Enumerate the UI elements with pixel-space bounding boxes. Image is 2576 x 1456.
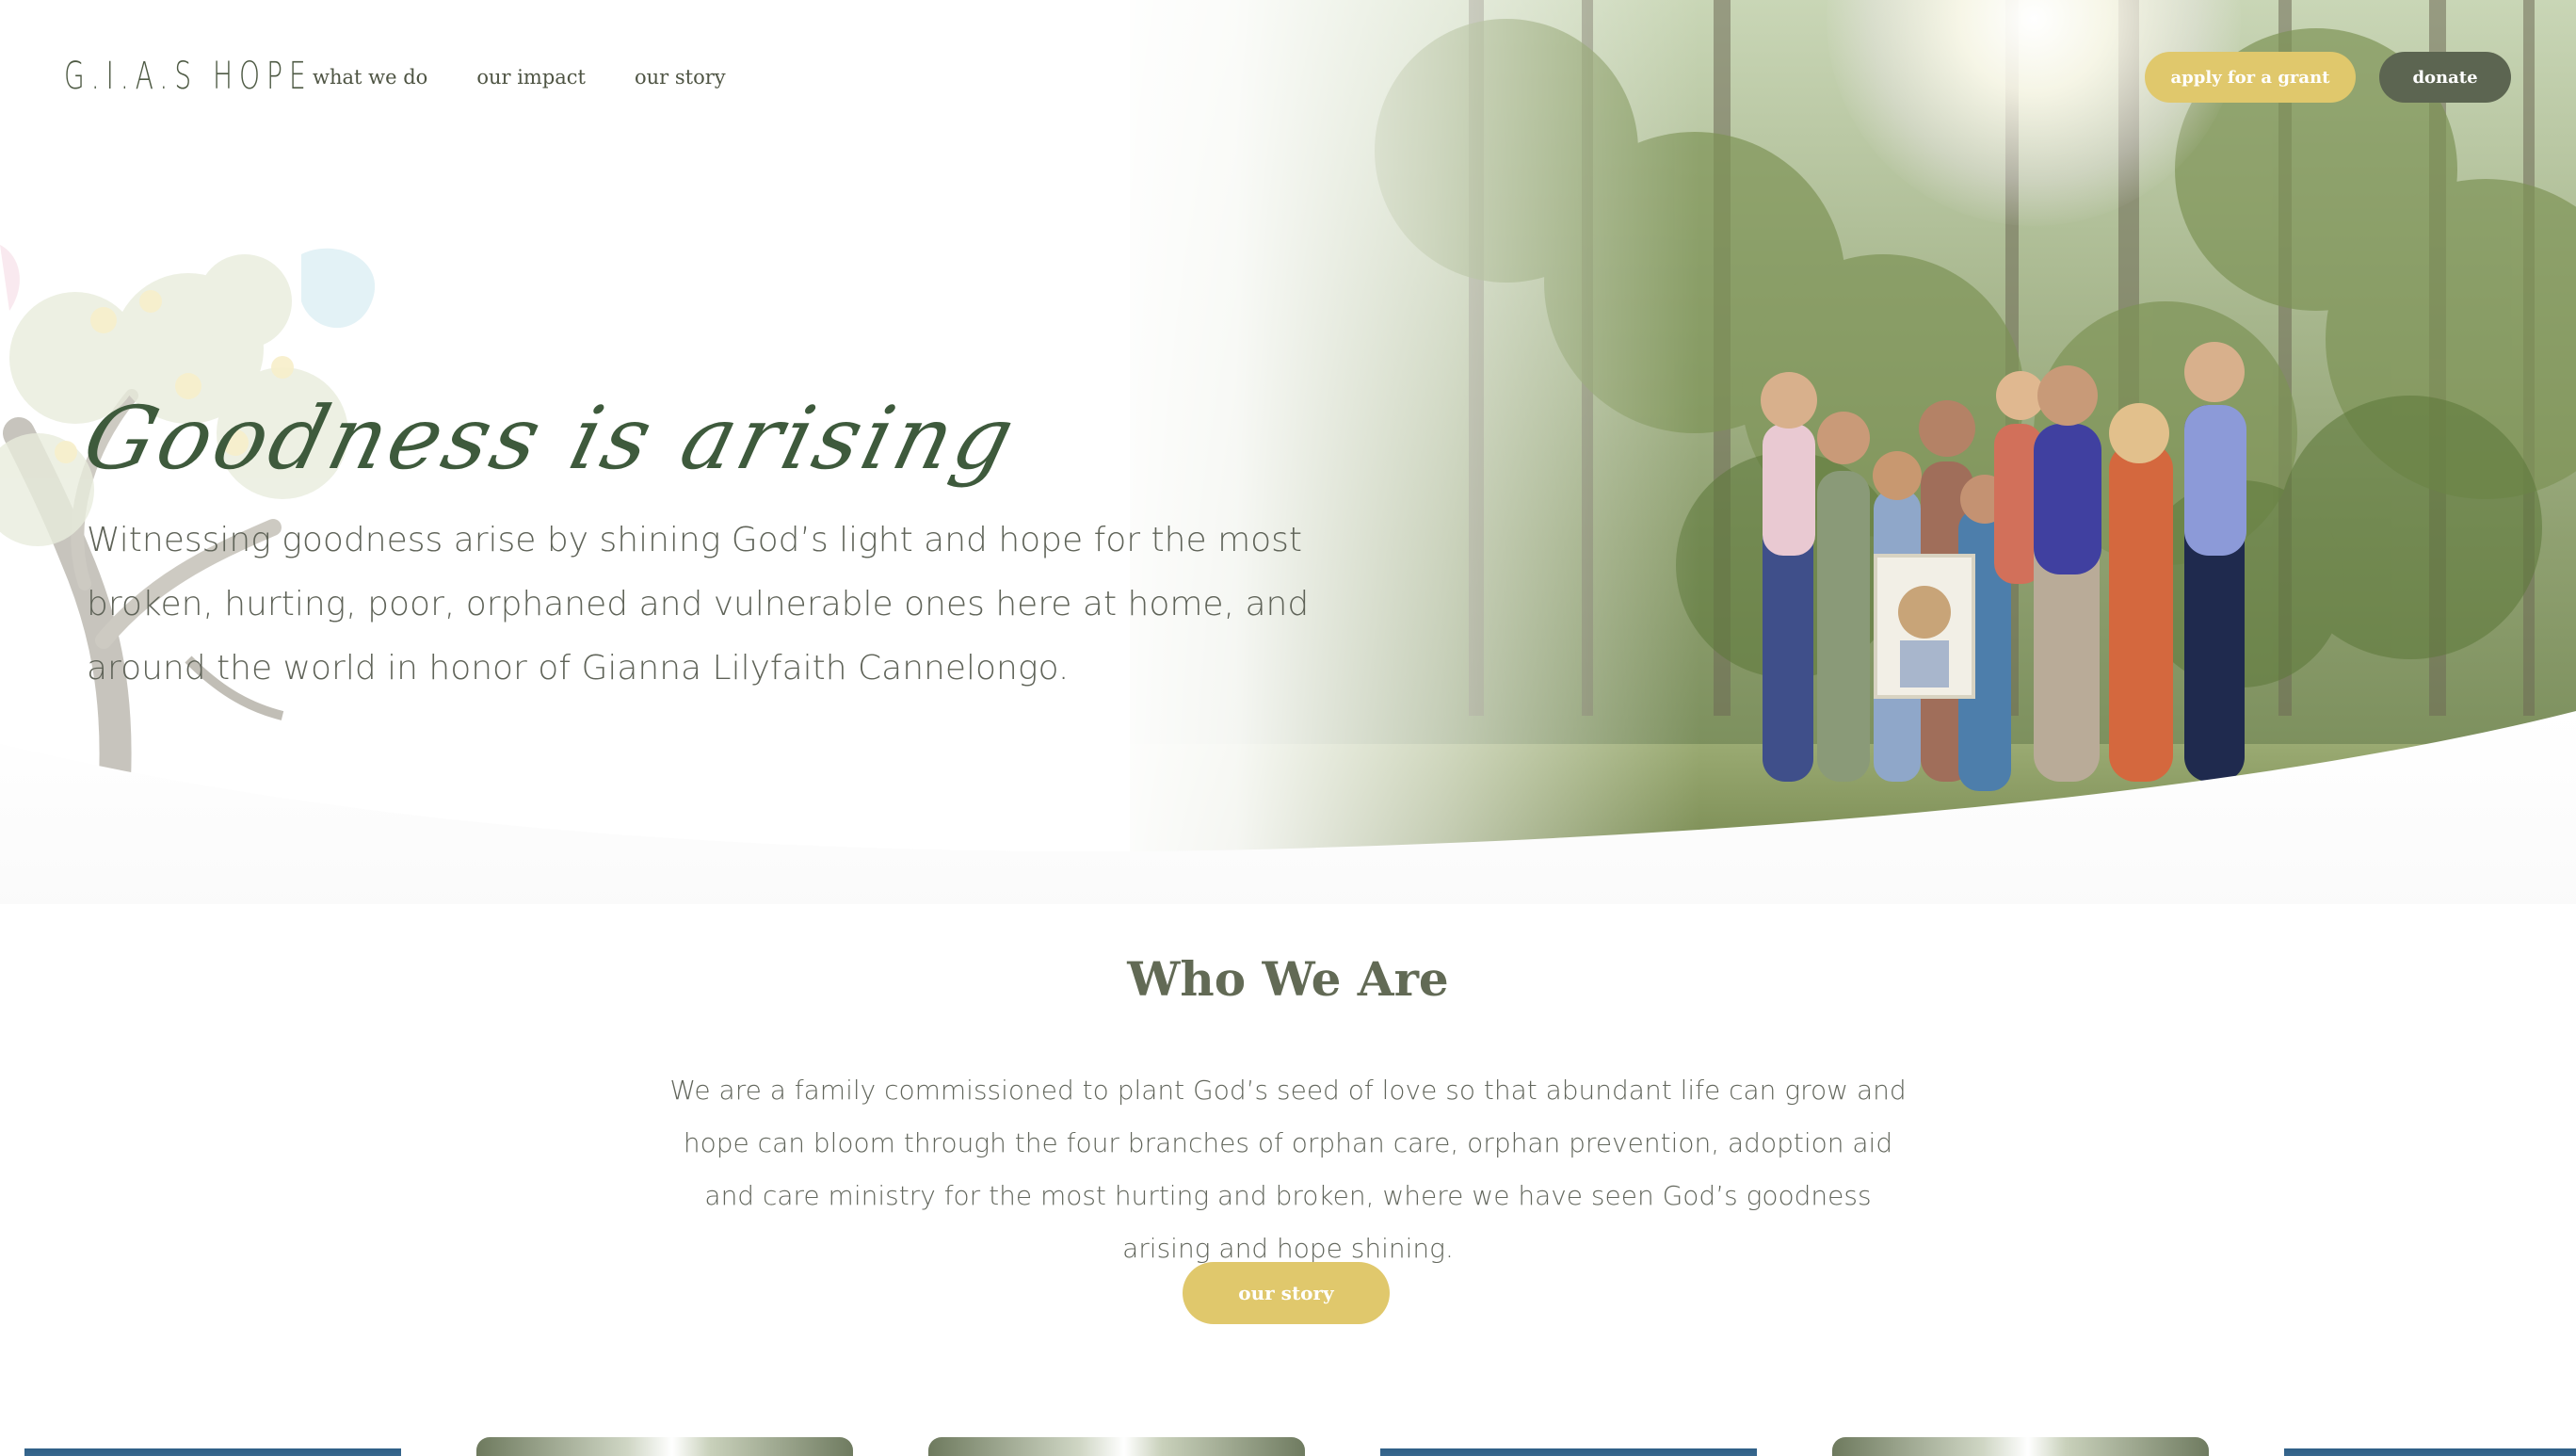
hero-bottom-curve <box>0 711 2576 904</box>
nav-item-what-we-do[interactable]: what we do <box>313 66 427 89</box>
site-logo[interactable]: G.I.A.S HOPE <box>64 55 313 98</box>
program-card[interactable] <box>476 1437 853 1456</box>
donate-button[interactable]: donate <box>2379 52 2511 103</box>
program-card[interactable] <box>24 1448 401 1456</box>
apply-for-grant-button[interactable]: apply for a grant <box>2145 52 2356 103</box>
program-card[interactable] <box>2284 1448 2576 1456</box>
program-card[interactable] <box>928 1437 1305 1456</box>
nav-item-our-impact[interactable]: our impact <box>476 66 586 89</box>
who-we-are-title: Who We Are <box>1127 951 1449 1007</box>
hero-description: Witnessing goodness arise by shining God… <box>87 521 1310 688</box>
nav-item-our-story[interactable]: our story <box>635 66 726 89</box>
program-card[interactable] <box>1832 1437 2209 1456</box>
main-nav: what we do our impact our story <box>313 66 726 89</box>
who-we-are-description: We are a family commissioned to plant Go… <box>669 1075 1907 1264</box>
program-card[interactable] <box>1380 1448 1757 1456</box>
our-story-button[interactable]: our story <box>1183 1262 1390 1324</box>
hero-title: Goodness is arising <box>73 388 1027 489</box>
